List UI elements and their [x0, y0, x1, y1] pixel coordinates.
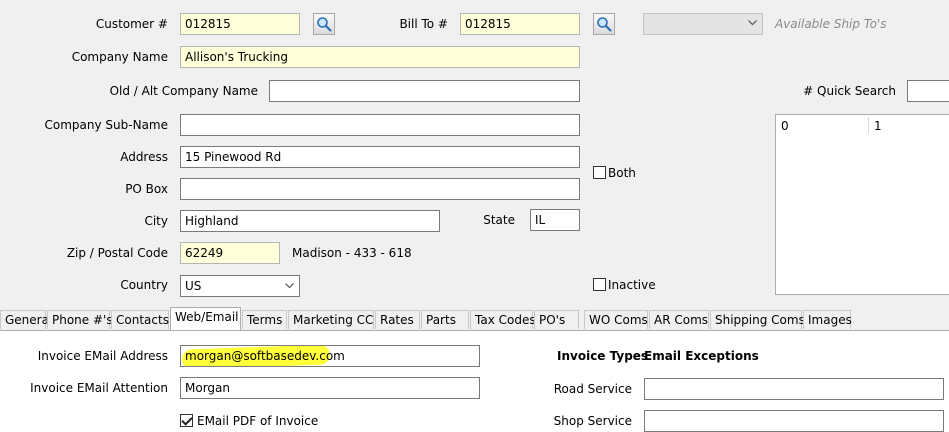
invoice-email-address-field[interactable]: morgan@softbasedev.com — [180, 345, 480, 367]
email-pdf-checkbox[interactable] — [180, 414, 193, 427]
company-name-label: Company Name — [71, 50, 168, 64]
address-label: Address — [120, 150, 168, 164]
both-checkbox[interactable] — [593, 166, 606, 179]
tab-terms[interactable]: Terms — [242, 310, 287, 329]
old-alt-company-label: Old / Alt Company Name — [109, 84, 258, 98]
inactive-checkbox[interactable] — [593, 278, 606, 291]
road-service-email-field[interactable] — [644, 378, 944, 400]
invoice-email-attention-label: Invoice EMail Attention — [30, 381, 168, 395]
quick-search-field[interactable] — [907, 80, 949, 102]
bill-to-label: Bill To # — [399, 17, 448, 31]
country-label: Country — [120, 278, 168, 292]
state-label: State — [483, 213, 515, 227]
tab-general[interactable]: General — [0, 310, 52, 329]
state-field[interactable]: IL — [530, 209, 580, 231]
tab-tax-codes[interactable]: Tax Codes — [470, 310, 536, 329]
chevron-down-icon — [285, 283, 294, 289]
tab-ar-coms[interactable]: AR Coms — [649, 310, 709, 329]
city-label: City — [144, 214, 168, 228]
magnifier-icon — [597, 17, 612, 32]
zip-field[interactable]: 62249 — [180, 242, 280, 264]
magnifier-icon — [317, 17, 332, 32]
country-select[interactable]: US — [180, 275, 300, 297]
tab-web-email[interactable]: Web/Email — [170, 307, 241, 330]
list-column-0: 0 — [781, 119, 789, 133]
country-selected-value: US — [185, 279, 202, 293]
available-ship-tos-label: Available Ship To's — [775, 17, 887, 31]
invoice-types-header: Invoice Types — [557, 349, 649, 363]
address-field[interactable]: 15 Pinewood Rd — [180, 146, 580, 168]
tab-shipping-coms[interactable]: Shipping Coms — [710, 310, 805, 329]
po-box-label: PO Box — [125, 182, 168, 196]
bill-to-search-button[interactable] — [593, 13, 615, 35]
web-email-panel: Invoice EMail Address morgan@softbasedev… — [0, 330, 949, 432]
tab-images[interactable]: Images — [803, 310, 852, 329]
company-subname-label: Company Sub-Name — [44, 118, 168, 132]
shop-service-email-field[interactable] — [644, 410, 944, 432]
city-field[interactable]: Highland — [180, 210, 440, 232]
county-info-text: Madison - 433 - 618 — [292, 246, 412, 260]
tab-marketing-cc[interactable]: Marketing CC — [288, 310, 374, 329]
tab-pos[interactable]: PO's — [534, 310, 579, 329]
company-subname-field[interactable] — [180, 114, 580, 136]
bill-to-field[interactable]: 012815 — [460, 13, 580, 35]
both-label: Both — [608, 166, 636, 180]
quick-search-results-list[interactable]: 0 1 — [775, 114, 949, 295]
tab-wo-coms[interactable]: WO Coms — [584, 310, 648, 329]
po-box-field[interactable] — [180, 178, 580, 200]
email-pdf-label: EMail PDF of Invoice — [197, 414, 319, 428]
tab-parts[interactable]: Parts — [421, 310, 469, 329]
tab-bar: General Phone #'s Contacts Web/Email Ter… — [0, 307, 949, 330]
shop-service-label: Shop Service — [553, 414, 632, 428]
column-divider — [868, 117, 869, 133]
email-exceptions-header: Email Exceptions — [644, 349, 759, 363]
old-alt-company-field[interactable] — [269, 80, 580, 102]
zip-label: Zip / Postal Code — [66, 246, 168, 260]
list-column-1: 1 — [874, 119, 882, 133]
chevron-down-icon — [748, 20, 757, 26]
customer-number-field[interactable]: 012815 — [180, 13, 300, 35]
invoice-email-address-label: Invoice EMail Address — [37, 349, 168, 363]
road-service-label: Road Service — [553, 382, 632, 396]
quick-search-label: # Quick Search — [803, 84, 896, 98]
invoice-email-address-value: morgan@softbasedev.com — [185, 349, 345, 363]
ship-to-select[interactable] — [643, 13, 763, 35]
inactive-label: Inactive — [608, 278, 656, 292]
customer-search-button[interactable] — [313, 13, 335, 35]
customer-label: Customer # — [95, 17, 168, 31]
tab-contacts[interactable]: Contacts — [111, 310, 169, 329]
company-name-field[interactable]: Allison's Trucking — [180, 46, 580, 68]
tab-rates[interactable]: Rates — [375, 310, 420, 329]
invoice-email-attention-field[interactable]: Morgan — [180, 377, 480, 399]
tab-phone-numbers[interactable]: Phone #'s — [47, 310, 113, 329]
